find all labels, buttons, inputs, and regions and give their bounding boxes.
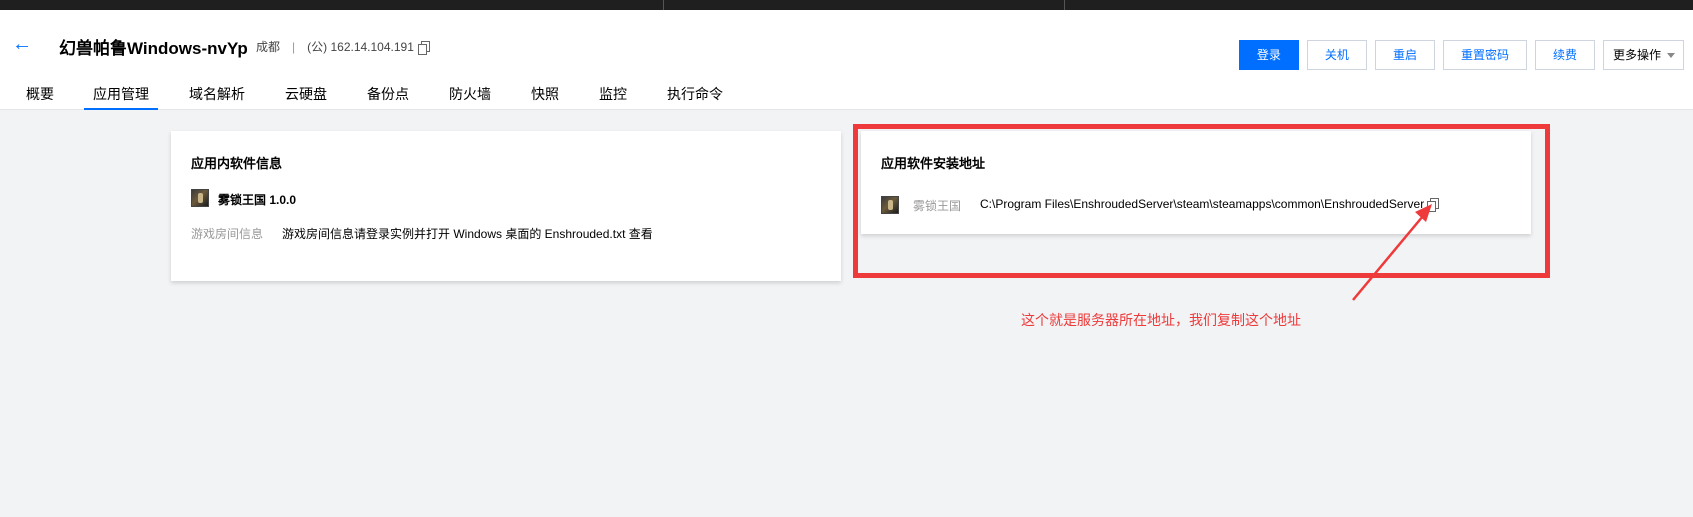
annotation-text: 这个就是服务器所在地址，我们复制这个地址 [1021,312,1301,328]
annotation-arrow-icon [1352,204,1432,301]
